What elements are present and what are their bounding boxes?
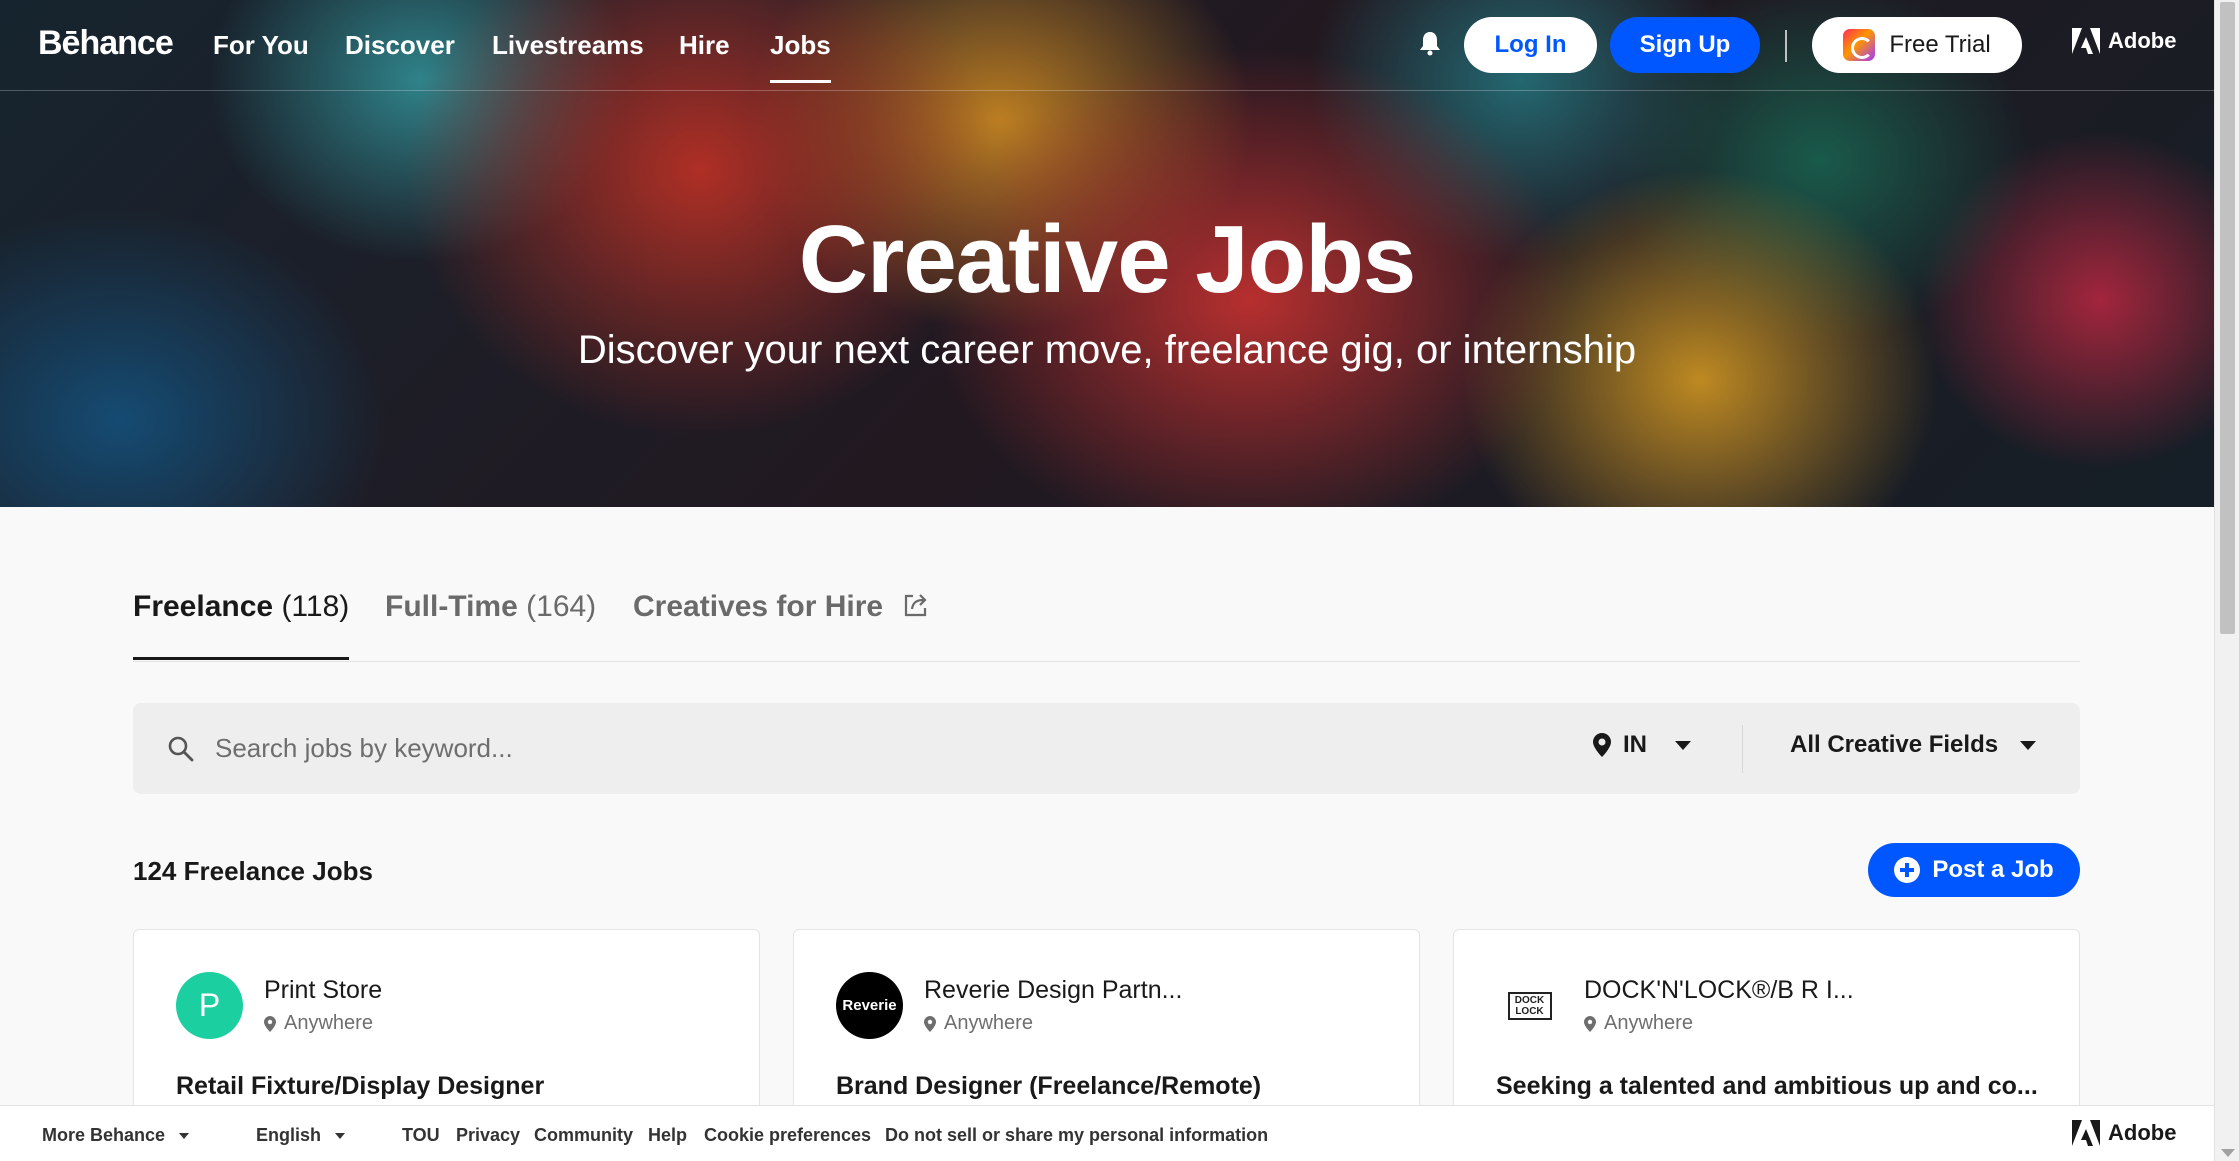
page-title: Creative Jobs	[798, 206, 1417, 313]
top-nav: Bēhance For You Discover Livestreams Hir…	[0, 0, 2214, 91]
adobe-footer-label: Adobe	[2108, 1120, 2177, 1145]
company-name[interactable]: Print Store	[264, 976, 382, 1005]
footer-bar: More Behance English TOU Privacy Communi…	[0, 1105, 2214, 1161]
footer-link-privacy[interactable]: Privacy	[456, 1125, 520, 1146]
job-location: Anywhere	[1584, 1012, 1693, 1035]
adobe-icon	[2072, 1120, 2100, 1146]
free-trial-label: Free Trial	[1889, 31, 1991, 58]
external-link-icon	[905, 594, 928, 617]
creative-cloud-icon	[1843, 29, 1876, 61]
page-subtitle: Discover your next career move, freelanc…	[577, 328, 1637, 372]
tab-full-time-label: Full-Time	[385, 590, 518, 623]
nav-divider	[1785, 30, 1787, 62]
location-value: IN	[1623, 731, 1647, 758]
tab-freelance[interactable]: Freelance (118)	[133, 590, 350, 660]
free-trial-button[interactable]: Free Trial	[1812, 17, 2022, 73]
chevron-down-icon	[1675, 740, 1691, 750]
tab-creatives-for-hire[interactable]: Creatives for Hire	[633, 590, 929, 624]
search-divider	[1742, 725, 1743, 773]
company-name[interactable]: DOCK'N'LOCK®/B R I...	[1584, 976, 1854, 1005]
nav-for-you[interactable]: For You	[213, 30, 309, 61]
language-dropdown[interactable]: English	[256, 1125, 346, 1146]
location-pin-icon	[924, 1015, 936, 1032]
plus-circle-icon	[1894, 857, 1921, 883]
job-title[interactable]: Seeking a talented and ambitious up and …	[1496, 1072, 2038, 1101]
behance-logo[interactable]: Bēhance	[38, 24, 174, 63]
language-label: English	[256, 1125, 322, 1145]
company-name[interactable]: Reverie Design Partn...	[924, 976, 1182, 1005]
job-location-label: Anywhere	[284, 1012, 373, 1034]
tab-freelance-count: (118)	[281, 590, 350, 623]
dock-lock-logo-text: DOCK LOCK	[1507, 991, 1552, 1020]
location-pin-icon	[1593, 733, 1611, 757]
tab-creatives-label: Creatives for Hire	[633, 590, 884, 623]
job-search-bar: IN All Creative Fields	[133, 703, 2080, 794]
job-title[interactable]: Brand Designer (Freelance/Remote)	[836, 1072, 1261, 1101]
job-title[interactable]: Retail Fixture/Display Designer	[176, 1072, 544, 1101]
more-behance-dropdown[interactable]: More Behance	[42, 1125, 190, 1146]
creative-fields-value: All Creative Fields	[1790, 731, 1999, 758]
job-location-label: Anywhere	[1604, 1012, 1693, 1034]
job-location: Anywhere	[924, 1012, 1033, 1035]
chevron-down-icon	[179, 1132, 190, 1139]
adobe-footer-link[interactable]: Adobe	[2072, 1120, 2176, 1146]
bell-icon[interactable]	[1418, 30, 1442, 56]
results-count: 124 Freelance Jobs	[133, 856, 373, 886]
adobe-link[interactable]: Adobe	[2072, 28, 2176, 54]
tab-full-time[interactable]: Full-Time (164)	[385, 590, 596, 624]
chevron-down-icon	[335, 1132, 346, 1139]
footer-link-help[interactable]: Help	[648, 1125, 687, 1146]
chevron-down-icon	[2020, 740, 2037, 750]
login-button[interactable]: Log In	[1464, 17, 1597, 73]
footer-link-tou[interactable]: TOU	[402, 1125, 440, 1146]
job-type-tabs: Freelance (118) Full-Time (164) Creative…	[133, 580, 2080, 662]
footer-link-cookie-preferences[interactable]: Cookie preferences	[704, 1125, 871, 1146]
company-logo: DOCK LOCK	[1496, 972, 1563, 1039]
company-logo: P	[176, 972, 243, 1039]
post-job-button[interactable]: Post a Job	[1868, 843, 2080, 897]
nav-discover[interactable]: Discover	[345, 30, 455, 61]
search-input[interactable]	[215, 723, 1215, 773]
footer-link-do-not-sell[interactable]: Do not sell or share my personal informa…	[885, 1125, 1268, 1146]
location-dropdown[interactable]: IN	[1593, 731, 1691, 759]
nav-hire[interactable]: Hire	[679, 30, 730, 61]
scroll-down-arrow-icon[interactable]	[2221, 1149, 2235, 1157]
nav-livestreams[interactable]: Livestreams	[492, 30, 644, 61]
company-logo: Reverie	[836, 972, 903, 1039]
page-scrollbar[interactable]	[2214, 0, 2239, 1161]
tab-freelance-label: Freelance	[133, 590, 274, 623]
search-icon	[168, 736, 194, 762]
post-job-label: Post a Job	[1932, 856, 2054, 883]
adobe-icon	[2072, 28, 2100, 54]
adobe-label: Adobe	[2108, 28, 2177, 53]
tab-full-time-count: (164)	[526, 590, 597, 623]
location-pin-icon	[1584, 1015, 1596, 1032]
job-location: Anywhere	[264, 1012, 373, 1035]
creative-fields-dropdown[interactable]: All Creative Fields	[1790, 731, 2037, 759]
footer-link-community[interactable]: Community	[534, 1125, 633, 1146]
location-pin-icon	[264, 1015, 276, 1032]
nav-jobs[interactable]: Jobs	[770, 30, 831, 83]
signup-button[interactable]: Sign Up	[1610, 17, 1760, 73]
more-behance-label: More Behance	[42, 1125, 166, 1145]
scrollbar-thumb[interactable]	[2220, 2, 2235, 634]
job-location-label: Anywhere	[944, 1012, 1033, 1034]
